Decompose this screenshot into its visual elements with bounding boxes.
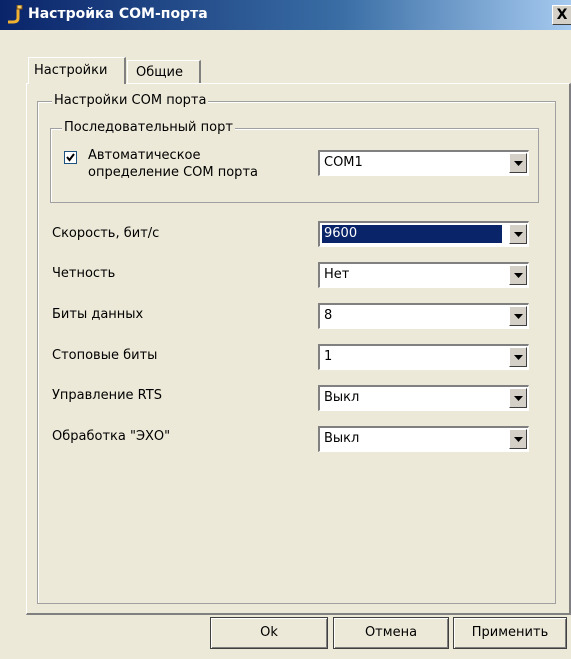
rts-control-select[interactable]: Выкл bbox=[318, 385, 529, 411]
apply-button[interactable]: Применить bbox=[453, 617, 567, 649]
rts-control-value: Выкл bbox=[324, 390, 360, 405]
serial-port-group-title: Последовательный порт bbox=[62, 120, 235, 135]
echo-processing-value: Выкл bbox=[324, 431, 360, 446]
dropdown-button[interactable] bbox=[509, 429, 527, 449]
auto-detect-checkbox[interactable] bbox=[64, 151, 77, 164]
tab-settings[interactable]: Настройки bbox=[28, 57, 126, 84]
echo-processing-select[interactable]: Выкл bbox=[318, 426, 529, 452]
close-button[interactable]: X bbox=[552, 5, 571, 25]
echo-processing-label: Обработка "ЭХО" bbox=[52, 429, 171, 444]
checkmark-icon bbox=[66, 153, 75, 162]
stop-bits-label: Стоповые биты bbox=[52, 348, 158, 363]
parity-select[interactable]: Нет bbox=[318, 262, 529, 288]
rts-control-label: Управление RTS bbox=[52, 388, 162, 403]
window-title: Настройка COM-порта bbox=[28, 6, 208, 22]
stop-bits-select[interactable]: 1 bbox=[318, 344, 529, 370]
dropdown-button[interactable] bbox=[509, 224, 527, 244]
tab-general[interactable]: Общие bbox=[127, 60, 201, 84]
com-port-value: COM1 bbox=[324, 155, 363, 170]
chevron-down-icon bbox=[514, 232, 523, 237]
dropdown-button[interactable] bbox=[509, 347, 527, 367]
parity-value: Нет bbox=[324, 267, 350, 282]
parity-label: Четность bbox=[52, 266, 116, 281]
dropdown-button[interactable] bbox=[509, 265, 527, 285]
chevron-down-icon bbox=[514, 314, 523, 319]
com-port-select[interactable]: COM1 bbox=[318, 150, 529, 176]
baud-rate-label: Скорость, бит/с bbox=[52, 226, 160, 241]
chevron-down-icon bbox=[514, 396, 523, 401]
chevron-down-icon bbox=[514, 437, 523, 442]
title-bar: Настройка COM-порта X bbox=[0, 0, 571, 30]
auto-detect-label-line1: Автоматическое bbox=[88, 148, 201, 163]
serial-port-icon bbox=[6, 4, 24, 25]
stop-bits-value: 1 bbox=[324, 349, 333, 364]
ok-button[interactable]: Ok bbox=[210, 617, 328, 649]
com-settings-group-title: Настройки COM порта bbox=[52, 93, 209, 108]
dropdown-button[interactable] bbox=[509, 388, 527, 408]
chevron-down-icon bbox=[514, 161, 523, 166]
auto-detect-label-line2: определение COM порта bbox=[88, 165, 258, 180]
cancel-button[interactable]: Отмена bbox=[333, 617, 449, 649]
baud-rate-select[interactable]: 9600 bbox=[318, 221, 529, 247]
baud-rate-value: 9600 bbox=[322, 225, 502, 243]
data-bits-label: Биты данных bbox=[52, 307, 144, 322]
data-bits-select[interactable]: 8 bbox=[318, 303, 529, 329]
chevron-down-icon bbox=[514, 273, 523, 278]
chevron-down-icon bbox=[514, 355, 523, 360]
data-bits-value: 8 bbox=[324, 308, 333, 323]
dropdown-button[interactable] bbox=[509, 306, 527, 326]
dropdown-button[interactable] bbox=[509, 153, 527, 173]
